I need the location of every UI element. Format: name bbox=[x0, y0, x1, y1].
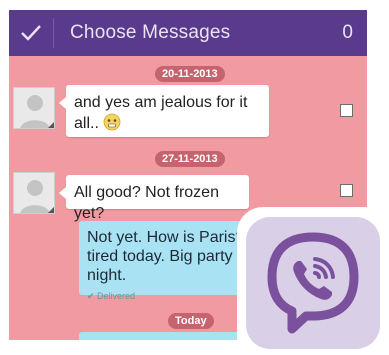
bubble-tail bbox=[59, 187, 66, 199]
message-bubble[interactable]: All good? Not frozen yet? bbox=[59, 175, 249, 222]
viber-logo bbox=[267, 232, 359, 334]
avatar bbox=[13, 87, 55, 129]
check-icon bbox=[21, 25, 41, 41]
user-silhouette-icon bbox=[20, 95, 54, 128]
today-separator: Today bbox=[168, 313, 214, 329]
page-title: Choose Messages bbox=[70, 22, 231, 43]
message-text: and yes am jealous for it all.. bbox=[74, 94, 248, 132]
date-separator: 27-11-2013 bbox=[155, 151, 225, 167]
logo-card bbox=[237, 207, 389, 355]
worried-face-emoji bbox=[103, 113, 121, 131]
action-bar: Choose Messages 0 bbox=[9, 10, 367, 56]
selected-count: 0 bbox=[342, 22, 353, 43]
avatar bbox=[13, 172, 55, 214]
date-separator: 20-11-2013 bbox=[155, 66, 225, 82]
confirm-button[interactable] bbox=[9, 10, 53, 56]
message-text: All good? Not frozen yet? bbox=[74, 184, 219, 222]
message-bubble[interactable]: and yes am jealous for it all.. bbox=[59, 85, 269, 137]
bubble-tail bbox=[59, 97, 66, 109]
header-divider bbox=[53, 18, 54, 48]
select-checkbox[interactable] bbox=[340, 184, 353, 197]
logo-tile bbox=[246, 217, 380, 349]
user-silhouette-icon bbox=[20, 180, 54, 213]
select-checkbox[interactable] bbox=[340, 104, 353, 117]
